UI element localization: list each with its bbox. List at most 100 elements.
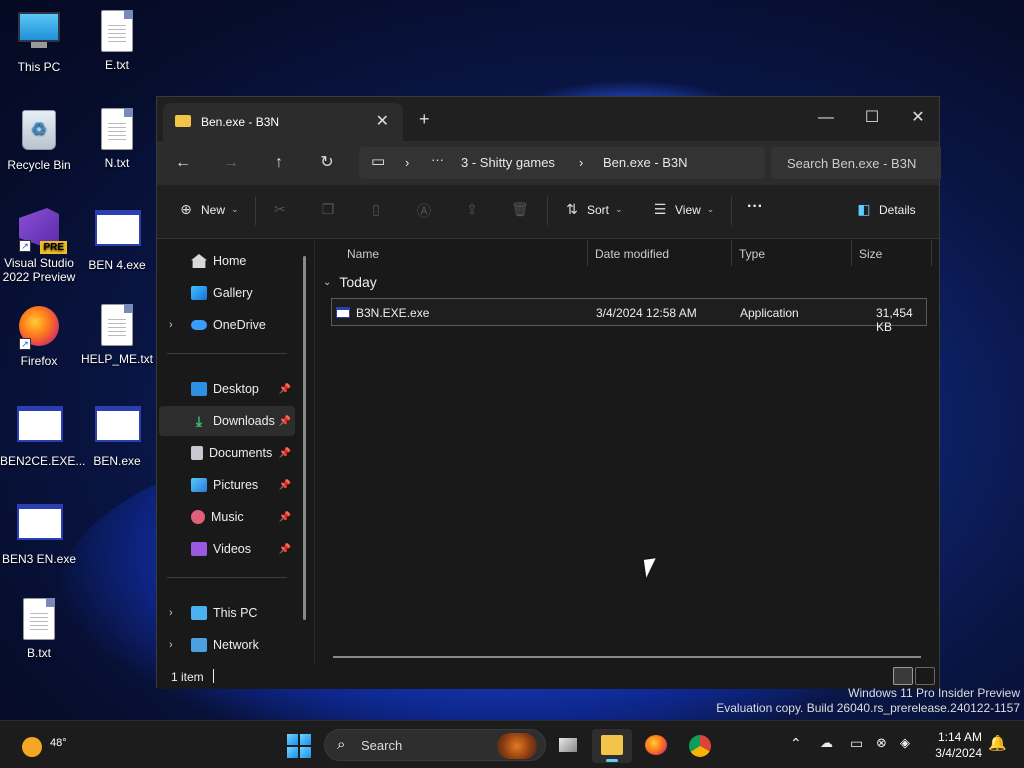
up-button[interactable]: ↑ [265, 149, 293, 177]
nav-item-music[interactable]: Music 📌 [159, 502, 295, 532]
chevron-right-icon[interactable]: › [169, 639, 173, 651]
nav-label: Desktop [213, 382, 259, 396]
desktop-icon-firefox[interactable]: ↗ Firefox [0, 304, 78, 368]
network-icon[interactable]: ⊗ [876, 735, 887, 751]
desktop-icon-ben4-exe[interactable]: BEN 4.exe [78, 206, 156, 272]
notification-bell-icon[interactable]: 🔔 [988, 734, 1007, 752]
desktop-icon-recycle-bin[interactable]: Recycle Bin [0, 108, 78, 172]
details-view-button[interactable] [893, 667, 913, 685]
refresh-button[interactable]: ↻ [313, 149, 341, 177]
desktop-icon-label: This PC [17, 60, 61, 74]
scissors-icon: ✂ [274, 201, 286, 217]
file-explorer-taskbar-button[interactable] [592, 729, 632, 763]
search-box[interactable] [771, 147, 941, 179]
nav-item-desktop[interactable]: Desktop 📌 [159, 374, 295, 404]
file-name: B3N.EXE.exe [356, 306, 430, 320]
visual-studio-icon: PRE ↗ [17, 208, 67, 254]
new-button[interactable]: ⊕ New ⌄ [177, 201, 238, 218]
nav-item-this-pc[interactable]: › This PC [159, 598, 295, 628]
nav-item-home[interactable]: Home [159, 246, 295, 276]
start-button[interactable] [287, 734, 311, 758]
column-header-size[interactable]: Size [859, 240, 882, 268]
delete-button[interactable]: 🗑 [511, 201, 529, 218]
desktop-icon-this-pc[interactable]: This PC [0, 10, 78, 74]
breadcrumb-current[interactable]: Ben.exe - B3N [603, 155, 688, 170]
view-button[interactable]: ☰ View ⌄ [651, 201, 715, 218]
application-icon [95, 406, 141, 450]
minimize-button[interactable]: — [803, 103, 849, 133]
chrome-taskbar-button[interactable] [680, 729, 720, 763]
column-divider[interactable] [931, 240, 932, 266]
group-header-today[interactable]: ⌄ Today [323, 274, 377, 290]
pin-icon[interactable]: 📌 [279, 480, 291, 491]
task-view-button[interactable] [548, 729, 588, 763]
nav-item-onedrive[interactable]: › OneDrive [159, 310, 295, 340]
pin-icon[interactable]: 📌 [279, 512, 291, 523]
forward-button[interactable]: → [217, 149, 245, 177]
firefox-taskbar-button[interactable] [636, 729, 676, 763]
file-date: 3/4/2024 12:58 AM [596, 306, 697, 320]
gallery-icon [191, 286, 207, 300]
horizontal-scrollbar[interactable] [333, 656, 921, 658]
column-divider[interactable] [587, 240, 588, 266]
back-button[interactable]: ← [169, 149, 197, 177]
onedrive-tray-icon[interactable]: ☁ [820, 735, 833, 751]
nav-item-pictures[interactable]: Pictures 📌 [159, 470, 295, 500]
details-button[interactable]: ◧ Details [855, 201, 915, 218]
weather-widget[interactable]: 48° [18, 729, 67, 759]
column-divider[interactable] [851, 240, 852, 266]
firefox-icon [645, 735, 667, 755]
desktop-icon-ben2ce-exe[interactable]: BEN2CE.EXE... [0, 402, 85, 468]
close-tab-icon[interactable]: ✕ [376, 111, 389, 131]
desktop-icon-e-txt[interactable]: E.txt [78, 10, 156, 72]
copy-button[interactable]: ❐ [319, 201, 337, 218]
taskbar-search[interactable]: ⌕ Search [324, 729, 546, 761]
more-options-button[interactable]: ··· [747, 198, 763, 216]
pin-icon[interactable]: 📌 [279, 448, 291, 459]
chevron-right-icon[interactable]: › [169, 319, 173, 331]
rename-button[interactable]: Ⓐ [415, 201, 433, 221]
nav-item-network[interactable]: › Network [159, 630, 295, 660]
breadcrumb[interactable]: ▭ › ··· 3 - Shitty games › Ben.exe - B3N [359, 147, 765, 179]
title-bar: Ben.exe - B3N ✕ + — ☐ ✕ [157, 97, 939, 141]
nav-item-documents[interactable]: Documents 📌 [159, 438, 295, 468]
desktop-icon-label: B.txt [26, 646, 51, 660]
table-row[interactable]: B3N.EXE.exe 3/4/2024 12:58 AM Applicatio… [331, 298, 927, 334]
column-divider[interactable] [731, 240, 732, 266]
share-button[interactable]: ⇪ [463, 201, 481, 218]
desktop-icon-b-txt[interactable]: B.txt [0, 598, 78, 660]
pin-icon[interactable]: 📌 [279, 416, 291, 427]
nav-item-videos[interactable]: Videos 📌 [159, 534, 295, 564]
column-header-date[interactable]: Date modified [595, 240, 669, 268]
desktop-icon-help-me-txt[interactable]: HELP_ME.txt [78, 304, 156, 366]
nav-item-gallery[interactable]: Gallery [159, 278, 295, 308]
volume-icon[interactable]: ◈ [900, 735, 910, 751]
desktop-icon-ben3-en-exe[interactable]: BEN3 EN.exe [0, 500, 78, 566]
sort-button[interactable]: ⇅ Sort ⌄ [563, 201, 622, 218]
breadcrumb-parent[interactable]: 3 - Shitty games [461, 155, 555, 170]
nav-item-downloads[interactable]: ⤓ Downloads 📌 [159, 406, 295, 436]
new-tab-button[interactable]: + [419, 109, 430, 130]
nav-scrollbar[interactable] [303, 256, 306, 620]
large-icons-view-button[interactable] [915, 667, 935, 685]
clock[interactable]: 1:14 AM 3/4/2024 [930, 729, 982, 761]
cut-button[interactable]: ✂ [271, 201, 289, 218]
column-header-name[interactable]: Name [347, 240, 379, 268]
search-input[interactable] [771, 147, 941, 179]
chevron-right-icon[interactable]: › [169, 607, 173, 619]
breadcrumb-more[interactable]: ··· [431, 152, 444, 167]
divider [167, 353, 287, 354]
show-hidden-icons-button[interactable]: ⌃ [790, 735, 802, 752]
column-header-type[interactable]: Type [739, 240, 765, 268]
desktop-icon-visual-studio[interactable]: PRE ↗ Visual Studio 2022 Preview [0, 206, 78, 284]
paste-button[interactable]: ▯ [367, 201, 385, 218]
tab-ben-exe[interactable]: Ben.exe - B3N ✕ [163, 103, 403, 141]
close-window-button[interactable]: ✕ [895, 103, 941, 133]
pin-icon[interactable]: 📌 [279, 544, 291, 555]
pin-icon[interactable]: 📌 [279, 384, 291, 395]
display-icon[interactable]: ▭ [850, 735, 863, 752]
desktop-icon-n-txt[interactable]: N.txt [78, 108, 156, 170]
maximize-button[interactable]: ☐ [849, 103, 895, 133]
desktop-icon-ben-exe[interactable]: BEN.exe [78, 402, 156, 468]
details-pane-icon: ◧ [857, 201, 871, 217]
